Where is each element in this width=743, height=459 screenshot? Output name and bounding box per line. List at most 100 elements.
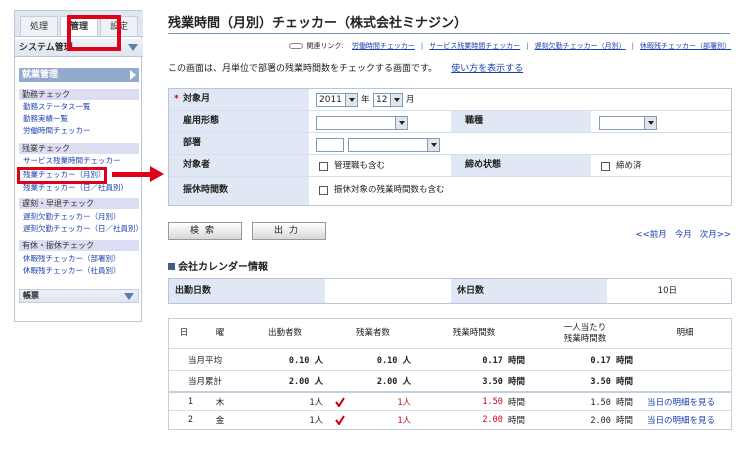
dropdown-icon [427, 139, 439, 151]
closed-checkbox[interactable] [601, 162, 610, 171]
overtime-table: 日 曜 出勤者数 残業者数 残業時間数 一人当たり 残業時間数 明細 当月平均 … [168, 318, 732, 430]
link-icon [289, 43, 304, 49]
target-person-label: 対象者 [169, 155, 309, 176]
holidays-label: 休日数 [451, 279, 607, 303]
group-leave-check: 有休・振休チェック [19, 240, 139, 251]
year-select[interactable]: 2011 [316, 93, 358, 107]
chevron-down-icon [124, 293, 134, 300]
col-attendees: 出勤者数 [267, 328, 302, 338]
table-row: 1 木 1人 1人 1.50 時間 1.50 時間 当日の明細を見る [169, 393, 731, 411]
system-menu-title: システム管理 [19, 43, 73, 53]
search-form: * 対象月 2011 年 12 月 雇用形態 職種 部署 対象者 管理職も含む 締… [168, 88, 732, 206]
help-link[interactable]: 使い方を表示する [451, 64, 523, 74]
dropdown-icon [390, 94, 402, 106]
row-attendees: 1人 [309, 416, 323, 426]
holidays-value: 10日 [657, 286, 677, 296]
heading-bullet-icon [168, 263, 175, 270]
dropdown-icon [345, 94, 357, 106]
calendar-info: 出勤日数 21日 休日数 10日 [168, 278, 732, 304]
sidebar-link-leave-employee[interactable]: 休暇残チェッカー（社員別） [23, 266, 121, 276]
dept-select[interactable] [348, 138, 440, 152]
search-button[interactable]: 検索 [168, 222, 242, 240]
year-unit: 年 [361, 95, 370, 105]
row-weekday: 金 [215, 416, 225, 426]
table-header: 日 曜 出勤者数 残業者数 残業時間数 一人当たり 残業時間数 明細 [169, 319, 731, 349]
month-select[interactable]: 12 [373, 93, 403, 107]
sidebar-link-labor-hours[interactable]: 労働時間チェッカー [23, 126, 91, 136]
next-month-link[interactable]: 次月>> [700, 230, 731, 240]
chevron-down-icon [128, 44, 138, 51]
include-managers-checkbox[interactable] [319, 162, 328, 171]
intro-text: この画面は、月単位で部署の残業時間数をチェックする画面です。 使い方を表示する [168, 61, 523, 74]
row-detail-link[interactable]: 当日の明細を見る [647, 393, 735, 410]
row-substitute: 振休時間数 振休対象の残業時間数も含む [169, 177, 731, 205]
tab-process[interactable]: 処理 [20, 16, 58, 36]
related-link-leave-dept[interactable]: 休暇残チェッカー（部署別） [640, 42, 731, 50]
row-weekday: 木 [215, 397, 225, 408]
dept-label: 部署 [169, 133, 309, 154]
avg-ot-hours: 0.17 時間 [482, 355, 525, 366]
month-nav: <<前月 今月 次月>> [627, 228, 731, 240]
row-ot-hours: 2.00 時間 [482, 415, 525, 426]
row-day: 2 [187, 415, 193, 425]
col-weekday: 曜 [215, 328, 225, 338]
average-label: 当月平均 [187, 355, 222, 366]
work-menu-title: 就業管理 [22, 70, 59, 80]
highlight-arrow [112, 172, 152, 177]
employment-select[interactable] [316, 116, 408, 130]
employment-label: 雇用形態 [169, 111, 309, 132]
col-day: 日 [179, 328, 189, 338]
related-label: 関連リンク: [306, 42, 344, 50]
related-link-late-monthly[interactable]: 遅刻欠勤チェッカー（月別） [535, 42, 626, 50]
closing-label: 締め状態 [451, 155, 591, 176]
current-month-link[interactable]: 今月 [675, 230, 692, 240]
total-label: 当月累計 [187, 377, 222, 387]
avg-attendees: 0.10 人 [288, 355, 323, 366]
table-row: 2 金 1人 1人 2.00 時間 2.00 時間 当日の明細を見る [169, 411, 731, 429]
total-attendees: 2.00 人 [288, 377, 323, 387]
sidebar-link-attendance-results[interactable]: 勤務実績一覧 [23, 114, 68, 124]
avg-per-person: 0.17 時間 [590, 355, 633, 366]
related-links: 関連リンク: 労働時間チェッカー | サービス残業時間チェッカー | 遅刻欠勤チェッカー… [289, 41, 731, 51]
prev-month-link[interactable]: <<前月 [635, 230, 666, 240]
group-attendance-check: 勤務チェック [19, 89, 139, 100]
target-month-label: * 対象月 [169, 89, 309, 110]
total-ot-people: 2.00 人 [376, 377, 411, 387]
row-detail-link[interactable]: 当日の明細を見る [647, 411, 735, 429]
dropdown-icon [395, 117, 407, 129]
closed-label: 締め済 [616, 161, 642, 171]
row-ot-people: 1人 [397, 397, 411, 408]
report-menu-header[interactable]: 帳票 [19, 289, 139, 303]
dropdown-icon [644, 117, 656, 129]
row-department: 部署 [169, 133, 731, 155]
arrow-head-icon [150, 166, 164, 182]
row-ot-people: 1人 [397, 416, 411, 426]
intro-description: この画面は、月単位で部署の残業時間数をチェックする画面です。 [168, 64, 438, 74]
job-select[interactable] [599, 116, 657, 130]
output-button[interactable]: 出力 [252, 222, 326, 240]
row-target-month: * 対象月 2011 年 12 月 [169, 89, 731, 111]
sidebar-link-overtime-daily[interactable]: 残業チェッカー（日／社員別） [23, 183, 128, 193]
sidebar-link-service-overtime[interactable]: サービス残業時間チェッカー [23, 156, 121, 166]
sidebar-link-late-monthly[interactable]: 遅刻欠勤チェッカー（月別） [23, 212, 121, 222]
dept-code-input[interactable] [316, 138, 344, 152]
related-link-labor-hours[interactable]: 労働時間チェッカー [352, 42, 415, 50]
sidebar-link-leave-dept[interactable]: 休暇残チェッカー（部署別） [23, 254, 121, 264]
row-employment: 雇用形態 職種 [169, 111, 731, 133]
col-overtime-people: 残業者数 [355, 328, 390, 338]
group-late-check: 遅刻・早退チェック [19, 198, 139, 209]
avg-ot-people: 0.10 人 [376, 355, 411, 366]
row-attendees: 1人 [309, 397, 323, 408]
sidebar-link-attendance-status[interactable]: 勤務ステータス一覧 [23, 102, 91, 112]
related-link-service-overtime[interactable]: サービス残業時間チェッカー [429, 42, 520, 50]
include-managers-label: 管理職も含む [334, 161, 386, 171]
sidebar-link-late-daily[interactable]: 遅刻欠勤チェッカー（日／社員別） [23, 224, 143, 234]
substitute-label: 振休時間数 [169, 177, 309, 205]
include-substitute-label: 振休対象の残業時間数も含む [334, 185, 445, 195]
total-per-person: 3.50 時間 [590, 377, 633, 387]
row-target-person: 対象者 管理職も含む 締め状態 締め済 [169, 155, 731, 177]
group-overtime-check: 残業チェック [19, 143, 139, 154]
include-substitute-checkbox[interactable] [319, 186, 328, 195]
title-divider [168, 33, 730, 34]
work-menu-header[interactable]: 就業管理 [19, 68, 139, 82]
